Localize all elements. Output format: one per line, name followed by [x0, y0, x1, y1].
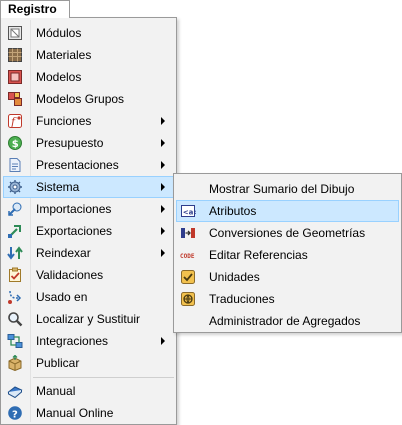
find-replace-icon — [7, 311, 23, 327]
translations-icon — [180, 291, 196, 307]
menu-registro[interactable]: Registro — [0, 0, 70, 18]
reindex-icon — [7, 245, 23, 261]
menu-item-presupuesto[interactable]: $ Presupuesto — [3, 132, 174, 154]
submenu-item-editar-referencias[interactable]: CODE Editar Referencias — [176, 244, 399, 266]
submenu-arrow-icon — [161, 205, 165, 213]
menu-separator — [33, 377, 174, 378]
menu-item-presentaciones[interactable]: Presentaciones — [3, 154, 174, 176]
submenu-item-traduciones[interactable]: Traduciones — [176, 288, 399, 310]
menu-item-sistema[interactable]: Sistema — [3, 176, 174, 198]
submenu-item-mostrar-sumario[interactable]: Mostrar Sumario del Dibujo — [176, 178, 399, 200]
code-icon: CODE — [180, 247, 196, 263]
help-icon: ? — [7, 405, 23, 421]
menu-item-modelos-grupos[interactable]: Modelos Grupos — [3, 88, 174, 110]
functions-icon: f — [7, 113, 23, 129]
imports-icon — [7, 201, 23, 217]
presentations-icon — [7, 157, 23, 173]
submenu-arrow-icon — [161, 337, 165, 345]
submenu-arrow-icon — [161, 183, 165, 191]
submenu-arrow-icon — [161, 139, 165, 147]
model-groups-icon — [7, 91, 23, 107]
svg-text:$: $ — [12, 139, 19, 150]
exports-icon — [7, 223, 23, 239]
menu-item-publicar[interactable]: Publicar — [3, 352, 174, 374]
submenu-arrow-icon — [161, 227, 165, 235]
submenu-item-administrador-agregados[interactable]: Administrador de Agregados — [176, 310, 399, 332]
svg-text:?: ? — [12, 409, 18, 420]
geometry-conversion-icon — [180, 225, 196, 241]
models-icon — [7, 69, 23, 85]
menu-item-funciones[interactable]: f Funciones — [3, 110, 174, 132]
menu-item-modulos[interactable]: Módulos — [3, 22, 174, 44]
validations-icon — [7, 267, 23, 283]
registro-dropdown-menu: Módulos Materiales Modelos Modelos Grupo… — [0, 17, 177, 425]
menu-item-manual[interactable]: Manual — [3, 380, 174, 402]
menu-item-manual-online[interactable]: ? Manual Online — [3, 402, 174, 424]
svg-text:<a>: <a> — [183, 208, 196, 216]
used-in-icon — [7, 289, 23, 305]
manual-icon — [7, 383, 23, 399]
submenu-arrow-icon — [161, 161, 165, 169]
submenu-item-atributos[interactable]: <a> Atributos — [176, 200, 399, 222]
submenu-item-unidades[interactable]: Unidades — [176, 266, 399, 288]
menu-item-integraciones[interactable]: Integraciones — [3, 330, 174, 352]
budget-icon: $ — [7, 135, 23, 151]
menu-item-importaciones[interactable]: Importaciones — [3, 198, 174, 220]
menu-item-reindexar[interactable]: Reindexar — [3, 242, 174, 264]
submenu-arrow-icon — [161, 249, 165, 257]
materials-icon — [7, 47, 23, 63]
menu-item-usado-en[interactable]: Usado en — [3, 286, 174, 308]
attributes-icon: <a> — [180, 203, 196, 219]
menu-item-localizar-sustituir[interactable]: Localizar y Sustituir — [3, 308, 174, 330]
submenu-arrow-icon — [161, 117, 165, 125]
sistema-submenu: Mostrar Sumario del Dibujo <a> Atributos… — [173, 173, 402, 333]
menu-item-modelos[interactable]: Modelos — [3, 66, 174, 88]
menu-item-materiales[interactable]: Materiales — [3, 44, 174, 66]
svg-text:CODE: CODE — [180, 253, 195, 260]
menu-item-validaciones[interactable]: Validaciones — [3, 264, 174, 286]
modules-icon — [7, 25, 23, 41]
submenu-item-conversiones-geometrias[interactable]: Conversiones de Geometrías — [176, 222, 399, 244]
units-icon — [180, 269, 196, 285]
integrations-icon — [7, 333, 23, 349]
publish-icon — [7, 355, 23, 371]
menu-item-exportaciones[interactable]: Exportaciones — [3, 220, 174, 242]
system-icon — [7, 179, 23, 195]
